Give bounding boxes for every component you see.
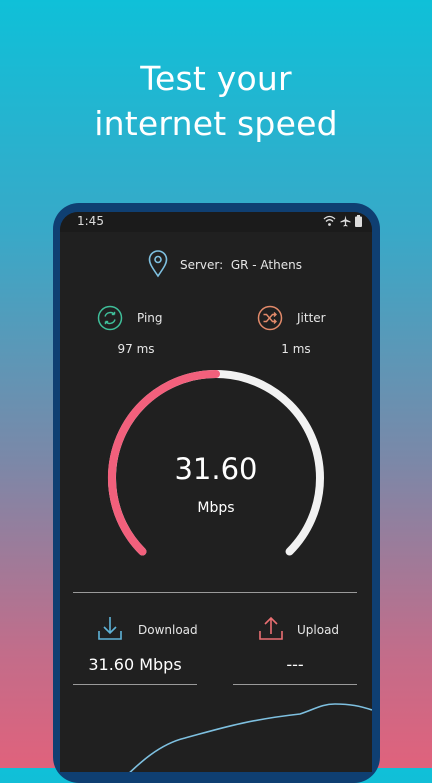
ping-icon xyxy=(97,305,123,331)
location-pin-icon xyxy=(148,250,168,278)
wifi-icon xyxy=(323,215,336,226)
server-text: Server: GR - Athens xyxy=(180,258,302,272)
battery-icon xyxy=(355,215,362,227)
app-screen: 1:45 Server: GR - Athens Ping 97 ms Jitt… xyxy=(60,212,372,772)
server-selector[interactable]: Server: GR - Athens xyxy=(60,250,372,280)
status-time: 1:45 xyxy=(77,214,104,228)
speed-unit: Mbps xyxy=(197,500,235,516)
airplane-icon xyxy=(340,215,351,227)
speed-value: 31.60 xyxy=(174,452,258,486)
promo-headline: Test your internet speed xyxy=(0,56,432,146)
jitter-label: Jitter xyxy=(297,311,326,325)
promo-line-1: Test your xyxy=(140,59,292,98)
server-label: Server: xyxy=(180,258,224,272)
speed-graph-line xyxy=(129,703,372,772)
download-label: Download xyxy=(138,623,198,637)
section-divider xyxy=(73,592,357,593)
status-bar: 1:45 xyxy=(60,212,372,232)
jitter-icon xyxy=(257,305,283,331)
download-value: 31.60 Mbps xyxy=(88,655,182,674)
speed-graph xyxy=(129,703,372,772)
ping-value: 97 ms xyxy=(117,342,155,356)
ping-label: Ping xyxy=(137,311,163,325)
upload-icon xyxy=(259,616,283,640)
server-name: GR - Athens xyxy=(230,258,302,272)
upload-label: Upload xyxy=(297,623,340,637)
download-icon xyxy=(98,617,122,640)
jitter-value: 1 ms xyxy=(281,342,311,356)
promo-line-2: internet speed xyxy=(94,104,338,143)
upload-value: --- xyxy=(286,655,304,674)
